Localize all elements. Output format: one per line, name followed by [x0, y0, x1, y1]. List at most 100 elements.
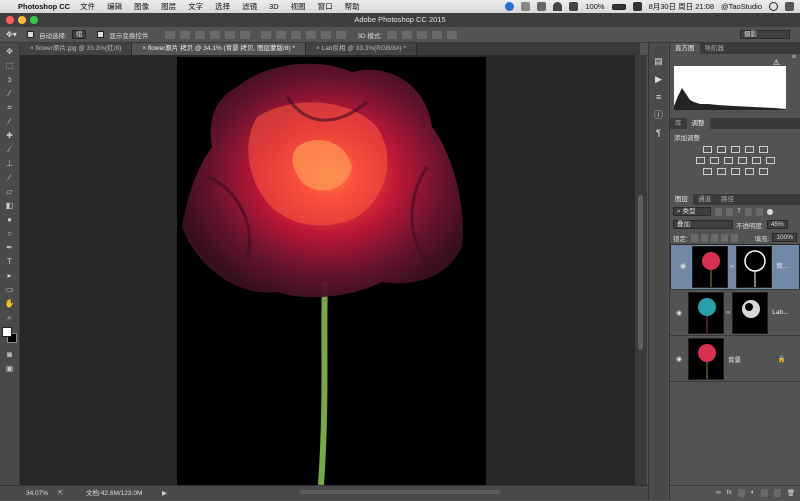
- menu-window[interactable]: 窗口: [318, 1, 333, 12]
- tab-paths[interactable]: 路径: [716, 194, 739, 205]
- menu-help[interactable]: 帮助: [345, 1, 360, 12]
- healing-brush-tool-icon[interactable]: ✚: [4, 130, 16, 141]
- volume-icon[interactable]: [569, 2, 579, 11]
- layer-name[interactable]: 背...: [776, 263, 788, 271]
- menu-type[interactable]: 文字: [188, 1, 203, 12]
- visibility-eye-icon[interactable]: ◉: [673, 355, 685, 363]
- horizontal-scroll-thumb[interactable]: [300, 490, 500, 494]
- minimize-window-button[interactable]: [18, 16, 26, 24]
- lasso-tool-icon[interactable]: ↄ: [4, 74, 16, 85]
- document-canvas[interactable]: [177, 57, 486, 485]
- filter-type-icon[interactable]: T: [737, 208, 741, 215]
- distribute-middle-icon[interactable]: [276, 30, 287, 39]
- invert-icon[interactable]: [702, 168, 712, 175]
- pen-tool-icon[interactable]: ✒: [4, 242, 16, 253]
- align-middle-icon[interactable]: [180, 30, 191, 39]
- lock-transparent-icon[interactable]: [690, 233, 698, 242]
- tab-flower-original[interactable]: × flower原片.jpg @ 33.3%(红/8): [20, 43, 133, 55]
- menu-3d[interactable]: 3D: [269, 2, 279, 11]
- scale-3d-icon[interactable]: [447, 30, 458, 39]
- align-left-icon[interactable]: [210, 30, 221, 39]
- info-icon[interactable]: [505, 2, 515, 11]
- crop-tool-icon[interactable]: ⌗: [4, 102, 16, 113]
- tab-lab-invert[interactable]: × Lab反相 @ 33.3%(RGB/8#) *: [306, 43, 417, 55]
- quick-select-tool-icon[interactable]: ⁄: [4, 88, 16, 99]
- auto-select-dropdown[interactable]: 组: [71, 30, 87, 39]
- tab-flower-copy[interactable]: × flower原片 拷贝 @ 34.1% (背景 拷贝, 图层蒙版/8) *: [132, 43, 307, 55]
- filter-smart-icon[interactable]: [755, 207, 763, 216]
- history-panel-icon[interactable]: ▤: [653, 55, 665, 67]
- close-window-button[interactable]: [6, 16, 14, 24]
- tab-channels[interactable]: 通道: [693, 194, 716, 205]
- distribute-top-icon[interactable]: [261, 30, 272, 39]
- hand-tool-icon[interactable]: ✋: [4, 298, 16, 309]
- selective-color-icon[interactable]: [744, 168, 754, 175]
- tab-layers[interactable]: 图层: [670, 194, 693, 205]
- screen-mode-icon[interactable]: ▣: [4, 363, 16, 374]
- lock-artboard-icon[interactable]: [720, 233, 728, 242]
- layer-name[interactable]: 背景: [728, 354, 741, 364]
- menu-file[interactable]: 文件: [80, 1, 95, 12]
- path-select-tool-icon[interactable]: ▸: [4, 270, 16, 281]
- chain-link-icon[interactable]: ∞: [730, 263, 734, 271]
- tab-histogram[interactable]: 直方图: [670, 43, 700, 54]
- wifi-icon[interactable]: [553, 2, 563, 11]
- input-method-icon[interactable]: [632, 2, 642, 11]
- link-layers-icon[interactable]: ∞: [716, 489, 721, 496]
- filter-shape-icon[interactable]: [744, 207, 752, 216]
- filter-adjustment-icon[interactable]: [726, 207, 733, 216]
- distribute-right-icon[interactable]: [336, 30, 347, 39]
- panel-menu-icon[interactable]: ≡: [792, 54, 796, 61]
- info-panel-icon[interactable]: ⓘ: [653, 109, 665, 121]
- tab-libraries[interactable]: 库: [670, 118, 687, 129]
- menu-edit[interactable]: 编辑: [107, 1, 122, 12]
- quick-mask-icon[interactable]: ◙: [4, 349, 16, 360]
- chain-link-icon[interactable]: ∞: [726, 310, 730, 316]
- type-tool-icon[interactable]: T: [4, 256, 16, 267]
- layer-row[interactable]: ◉ ∞ Lab...: [670, 290, 800, 336]
- properties-panel-icon[interactable]: ≡: [653, 91, 665, 103]
- black-white-icon[interactable]: [723, 157, 733, 164]
- add-mask-icon[interactable]: [737, 488, 745, 497]
- curves-icon[interactable]: [730, 146, 740, 153]
- workspace-dropdown[interactable]: 摄影: [740, 30, 790, 39]
- status-arrow-icon[interactable]: ▶: [162, 486, 167, 501]
- dropbox-icon[interactable]: [537, 2, 547, 11]
- menu-list-icon[interactable]: [785, 2, 794, 11]
- slide-3d-icon[interactable]: [432, 30, 443, 39]
- character-panel-icon[interactable]: ¶: [653, 127, 665, 139]
- battery-icon[interactable]: [611, 3, 626, 10]
- layer-row[interactable]: ◉ 背景 🔒: [670, 336, 800, 382]
- lock-all-icon[interactable]: [730, 233, 738, 242]
- blend-mode-dropdown[interactable]: 叠加: [673, 220, 733, 229]
- levels-icon[interactable]: [716, 146, 726, 153]
- lock-position-icon[interactable]: [710, 233, 718, 242]
- rectangle-tool-icon[interactable]: ▭: [4, 284, 16, 295]
- tab-navigator[interactable]: 导航器: [700, 43, 730, 54]
- layer-kind-filter[interactable]: ⌕ 类型: [673, 207, 711, 216]
- posterize-icon[interactable]: [716, 168, 726, 175]
- menu-select[interactable]: 选择: [215, 1, 230, 12]
- layer-name[interactable]: Lab...: [772, 309, 788, 316]
- actions-panel-icon[interactable]: ▶: [653, 73, 665, 85]
- warning-icon[interactable]: ⚠: [773, 58, 780, 67]
- move-tool-preset-icon[interactable]: ✥▾: [6, 30, 22, 39]
- dodge-tool-icon[interactable]: ○: [4, 228, 16, 239]
- eraser-tool-icon[interactable]: ▱: [4, 186, 16, 197]
- move-tool-icon[interactable]: ✥: [4, 46, 16, 57]
- gradient-tool-icon[interactable]: ◧: [4, 200, 16, 211]
- fill-input[interactable]: 100%: [772, 233, 797, 242]
- status-menu-icon[interactable]: ⇱: [58, 486, 63, 501]
- visibility-eye-icon[interactable]: ◉: [673, 309, 685, 317]
- zoom-window-button[interactable]: [30, 16, 38, 24]
- roll-3d-icon[interactable]: [402, 30, 413, 39]
- distribute-bottom-icon[interactable]: [291, 30, 302, 39]
- color-swatches[interactable]: [1, 327, 18, 345]
- menu-view[interactable]: 视图: [291, 1, 306, 12]
- delete-layer-icon[interactable]: 🗑: [787, 489, 795, 497]
- align-center-icon[interactable]: [225, 30, 236, 39]
- new-layer-icon[interactable]: [773, 488, 781, 497]
- menu-layer[interactable]: 图层: [161, 1, 176, 12]
- cloud-icon[interactable]: [521, 2, 531, 11]
- marquee-tool-icon[interactable]: ⬚: [4, 60, 16, 71]
